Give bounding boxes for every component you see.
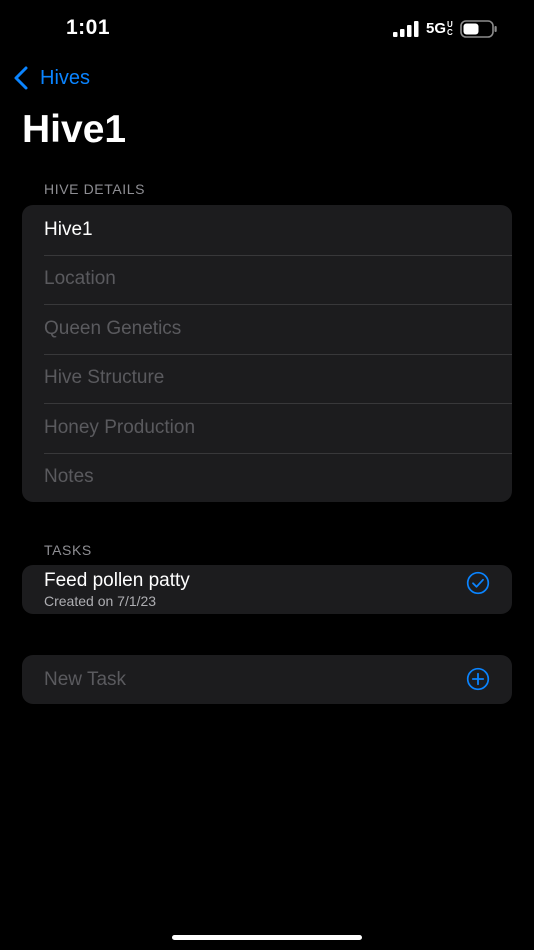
task-row[interactable]: Feed pollen patty Created on 7/1/23: [22, 565, 512, 614]
hive-name-input[interactable]: [44, 218, 484, 241]
field-row-queen-genetics: [22, 304, 512, 354]
hive-details-group: [22, 205, 512, 502]
status-time: 1:01: [66, 16, 111, 39]
plus-circle-icon[interactable]: [466, 667, 490, 691]
field-row-hive-structure: [22, 353, 512, 404]
checkmark-circle-icon[interactable]: [466, 571, 490, 595]
notes-input[interactable]: [44, 466, 484, 489]
field-row-honey-production: [22, 403, 512, 453]
signal-bars-icon: [392, 21, 419, 37]
field-row-location: [22, 254, 512, 305]
network-indicator: 5G UC: [426, 21, 454, 37]
tasks-group: Feed pollen patty Created on 7/1/23: [22, 565, 512, 614]
queen-genetics-input[interactable]: [44, 317, 484, 340]
tasks-header: TASKS: [44, 542, 92, 558]
new-task-input[interactable]: [44, 668, 444, 691]
battery-icon: [460, 20, 497, 38]
field-row-notes: [22, 452, 512, 503]
home-indicator[interactable]: [172, 935, 362, 940]
hive-structure-input[interactable]: [44, 367, 484, 390]
field-row-name: [22, 205, 512, 255]
new-task-group: [22, 655, 512, 704]
location-input[interactable]: [44, 268, 484, 291]
status-bar: 1:01 5G UC: [0, 0, 534, 60]
back-button-label: Hives: [40, 66, 91, 89]
network-suffix: UC: [447, 20, 453, 37]
hive-details-header: HIVE DETAILS: [44, 181, 146, 197]
task-title: Feed pollen patty: [44, 570, 190, 591]
chevron-left-icon: [14, 66, 28, 90]
status-indicators: 5G UC: [392, 20, 498, 38]
new-task-row: [22, 655, 512, 704]
network-label: 5G: [425, 20, 446, 37]
honey-production-input[interactable]: [44, 416, 484, 439]
task-created-date: Created on 7/1/23: [44, 593, 157, 609]
back-button[interactable]: Hives: [12, 64, 90, 92]
page-title: Hive1: [22, 108, 127, 151]
